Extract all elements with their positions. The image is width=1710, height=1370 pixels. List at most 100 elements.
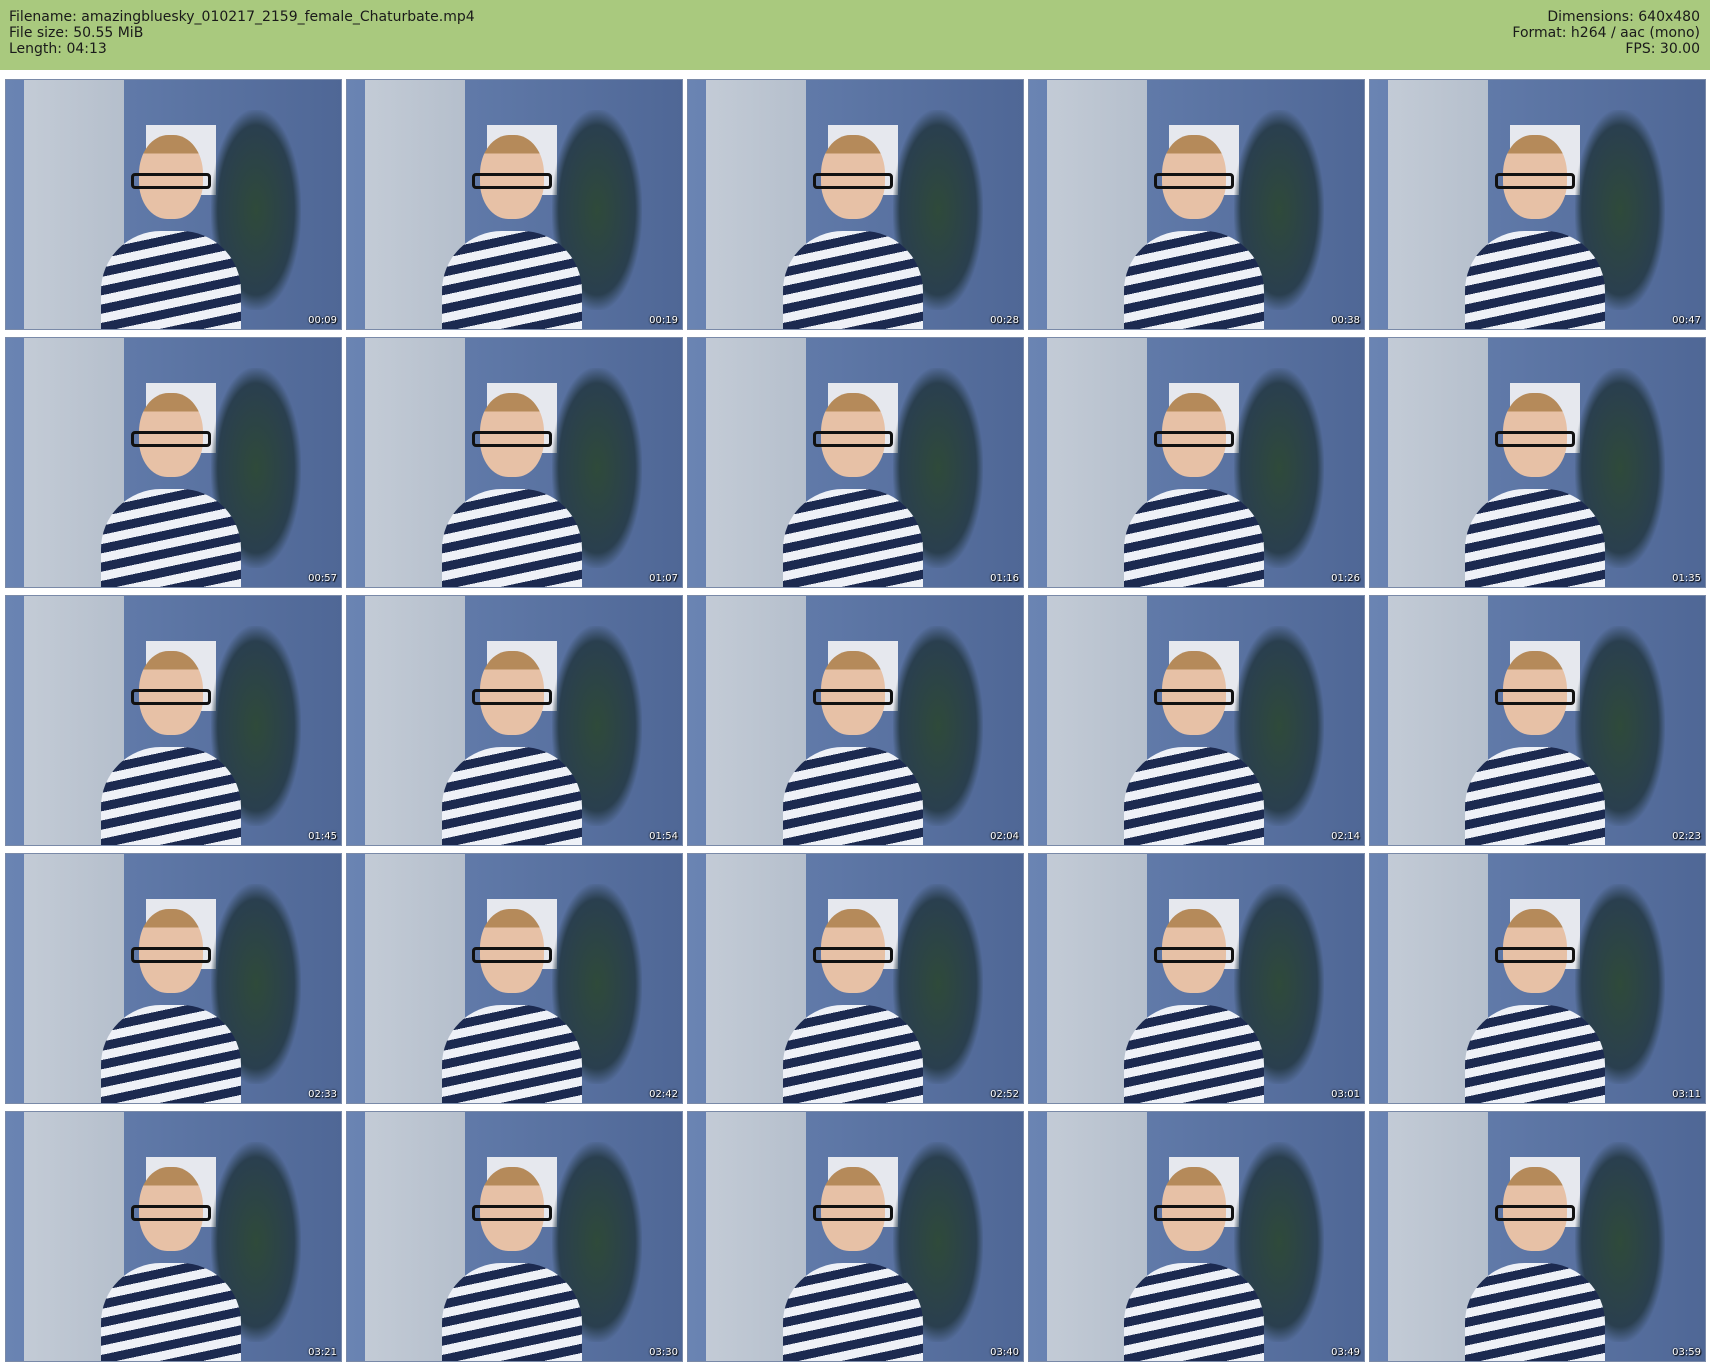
timestamp-label: 02:33 — [308, 1089, 337, 1100]
glasses — [131, 947, 211, 963]
person — [1124, 1167, 1264, 1361]
striped-shirt — [1465, 1263, 1605, 1361]
timestamp-label: 03:01 — [1331, 1089, 1360, 1100]
person — [1124, 135, 1264, 329]
striped-shirt — [442, 489, 582, 587]
timestamp-label: 01:26 — [1331, 573, 1360, 584]
person — [442, 135, 582, 329]
glasses — [131, 431, 211, 447]
glasses — [472, 431, 552, 447]
person — [783, 393, 923, 587]
glasses — [472, 1205, 552, 1221]
striped-shirt — [1124, 231, 1264, 329]
glasses — [813, 689, 893, 705]
video-thumbnail[interactable]: 00:47 — [1369, 79, 1706, 330]
striped-shirt — [1124, 747, 1264, 845]
timestamp-label: 00:47 — [1672, 315, 1701, 326]
person — [442, 393, 582, 587]
video-thumbnail[interactable]: 01:26 — [1028, 337, 1365, 588]
striped-shirt — [783, 1263, 923, 1361]
video-thumbnail[interactable]: 01:54 — [346, 595, 683, 846]
person — [101, 135, 241, 329]
glasses — [813, 431, 893, 447]
video-thumbnail[interactable]: 01:45 — [5, 595, 342, 846]
glasses — [131, 173, 211, 189]
info-header: Filename: amazingbluesky_010217_2159_fem… — [0, 0, 1710, 70]
timestamp-label: 02:04 — [990, 831, 1019, 842]
video-thumbnail[interactable]: 01:16 — [687, 337, 1024, 588]
striped-shirt — [1124, 1005, 1264, 1103]
video-thumbnail[interactable]: 02:33 — [5, 853, 342, 1104]
video-thumbnail[interactable]: 00:38 — [1028, 79, 1365, 330]
video-thumbnail[interactable]: 00:19 — [346, 79, 683, 330]
person — [783, 909, 923, 1103]
video-thumbnail[interactable]: 00:28 — [687, 79, 1024, 330]
glasses — [131, 1205, 211, 1221]
glasses — [1495, 947, 1575, 963]
person — [101, 1167, 241, 1361]
striped-shirt — [1124, 489, 1264, 587]
person — [101, 651, 241, 845]
striped-shirt — [783, 747, 923, 845]
glasses — [1495, 431, 1575, 447]
striped-shirt — [442, 1005, 582, 1103]
video-thumbnail[interactable]: 03:49 — [1028, 1111, 1365, 1362]
video-thumbnail[interactable]: 02:52 — [687, 853, 1024, 1104]
timestamp-label: 03:49 — [1331, 1347, 1360, 1358]
video-thumbnail[interactable]: 01:35 — [1369, 337, 1706, 588]
video-thumbnail[interactable]: 03:59 — [1369, 1111, 1706, 1362]
video-thumbnail[interactable]: 03:01 — [1028, 853, 1365, 1104]
person — [101, 393, 241, 587]
glasses — [1154, 947, 1234, 963]
person — [442, 1167, 582, 1361]
video-thumbnail[interactable]: 02:23 — [1369, 595, 1706, 846]
video-thumbnail[interactable]: 00:57 — [5, 337, 342, 588]
video-thumbnail[interactable]: 03:11 — [1369, 853, 1706, 1104]
person — [1465, 135, 1605, 329]
fps-text: FPS: 30.00 — [1625, 41, 1700, 57]
filesize-text: File size: 50.55 MiB — [9, 25, 144, 41]
timestamp-label: 01:07 — [649, 573, 678, 584]
striped-shirt — [442, 1263, 582, 1361]
timestamp-label: 02:42 — [649, 1089, 678, 1100]
person — [783, 135, 923, 329]
striped-shirt — [783, 1005, 923, 1103]
glasses — [1154, 431, 1234, 447]
timestamp-label: 02:23 — [1672, 831, 1701, 842]
timestamp-label: 03:59 — [1672, 1347, 1701, 1358]
video-thumbnail[interactable]: 02:04 — [687, 595, 1024, 846]
timestamp-label: 03:11 — [1672, 1089, 1701, 1100]
video-thumbnail[interactable]: 00:09 — [5, 79, 342, 330]
timestamp-label: 01:16 — [990, 573, 1019, 584]
glasses — [472, 689, 552, 705]
glasses — [813, 947, 893, 963]
striped-shirt — [1124, 1263, 1264, 1361]
timestamp-label: 01:45 — [308, 831, 337, 842]
video-thumbnail[interactable]: 02:42 — [346, 853, 683, 1104]
stream-info: Dimensions: 640x480 Format: h264 / aac (… — [1512, 9, 1700, 57]
timestamp-label: 03:21 — [308, 1347, 337, 1358]
striped-shirt — [783, 489, 923, 587]
person — [1465, 1167, 1605, 1361]
timestamp-label: 02:14 — [1331, 831, 1360, 842]
file-info: Filename: amazingbluesky_010217_2159_fem… — [9, 9, 475, 57]
person — [101, 909, 241, 1103]
video-thumbnail[interactable]: 03:21 — [5, 1111, 342, 1362]
glasses — [131, 689, 211, 705]
glasses — [813, 1205, 893, 1221]
striped-shirt — [1465, 1005, 1605, 1103]
timestamp-label: 03:30 — [649, 1347, 678, 1358]
timestamp-label: 03:40 — [990, 1347, 1019, 1358]
video-thumbnail[interactable]: 03:40 — [687, 1111, 1024, 1362]
video-thumbnail[interactable]: 01:07 — [346, 337, 683, 588]
glasses — [1154, 173, 1234, 189]
video-thumbnail[interactable]: 02:14 — [1028, 595, 1365, 846]
person — [1465, 909, 1605, 1103]
filename-text: Filename: amazingbluesky_010217_2159_fem… — [9, 9, 475, 25]
timestamp-label: 01:54 — [649, 831, 678, 842]
striped-shirt — [1465, 231, 1605, 329]
person — [442, 909, 582, 1103]
timestamp-label: 00:28 — [990, 315, 1019, 326]
video-thumbnail[interactable]: 03:30 — [346, 1111, 683, 1362]
person — [1465, 393, 1605, 587]
